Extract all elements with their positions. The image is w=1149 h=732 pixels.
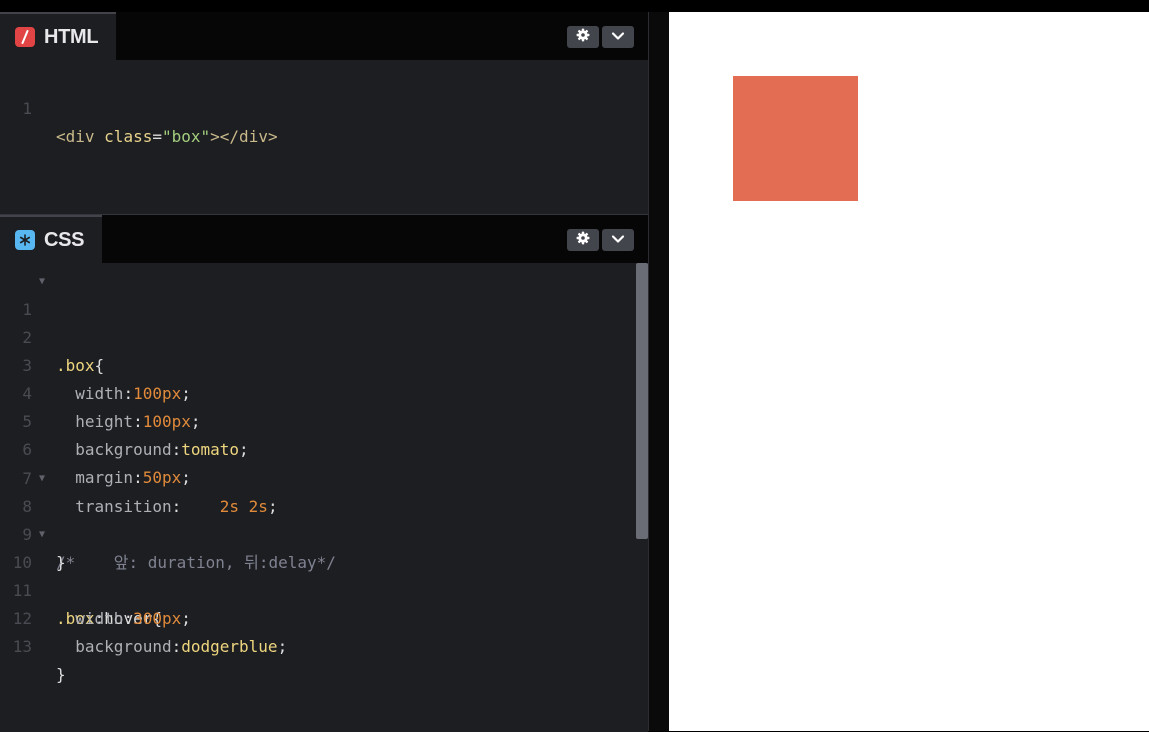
- tab-css-label: CSS: [44, 228, 85, 251]
- code-line: 2: [0, 296, 636, 347]
- css-code-area[interactable]: 1 ▼ .box{ 2 3 width:100px; 4 height:100p…: [0, 268, 636, 684]
- top-strip: [0, 0, 1149, 12]
- tab-css[interactable]: CSS: [0, 215, 103, 263]
- code-line: 6 margin:50px;: [0, 408, 636, 487]
- html-editor-pane: HTML 1 <div class="box"></div>: [0, 12, 648, 212]
- fold-arrow-icon[interactable]: ▼: [39, 465, 45, 493]
- line-content: <div class="box"></div>: [56, 123, 278, 151]
- css-settings-button[interactable]: [567, 229, 599, 251]
- code-line: 7 transition: 2s 2s;: [0, 437, 636, 516]
- chevron-down-icon: [611, 231, 625, 249]
- code-line: 10 ▼ .box:hover{: [0, 521, 636, 628]
- code-line: 1 <div class="box"></div>: [0, 67, 636, 146]
- code-line: 4 height:100px;: [0, 352, 636, 431]
- fold-arrow-icon[interactable]: ▼: [39, 521, 45, 549]
- code-line: 11 width:300px;: [0, 549, 636, 628]
- html-code-area[interactable]: 1 <div class="box"></div>: [0, 67, 636, 146]
- code-line: 3 width:100px;: [0, 324, 636, 403]
- fold-arrow-icon[interactable]: ▼: [39, 268, 45, 296]
- tab-html[interactable]: HTML: [0, 12, 117, 60]
- css-editor-pane: CSS 1 ▼ .box{2 3 width:100px; 4 height:…: [0, 214, 648, 732]
- html-collapse-button[interactable]: [602, 26, 634, 48]
- css-property: background: [75, 637, 172, 657]
- code-line: 8 ▼ /* 앞: duration, 뒤:delay*/: [0, 465, 636, 572]
- css-semicolon: ;: [277, 637, 288, 657]
- css-brace: }: [56, 665, 66, 685]
- chevron-down-icon: [611, 28, 625, 46]
- css-pane-header: CSS: [0, 215, 648, 263]
- gear-icon: [576, 28, 590, 47]
- line-content: }: [56, 661, 66, 689]
- html-eq: =: [152, 127, 162, 146]
- html-tag-close: ></div>: [210, 127, 278, 146]
- gear-icon: [576, 231, 590, 250]
- code-line: 13 }: [0, 605, 636, 684]
- code-line: 12 background:dodgerblue;: [0, 577, 636, 656]
- code-line: 1 ▼ .box{: [0, 268, 636, 375]
- html-string: "box": [161, 127, 211, 146]
- line-number: 1: [22, 99, 32, 118]
- tab-html-label: HTML: [44, 25, 99, 48]
- result-preview: [669, 12, 1149, 731]
- html-attr: class: [104, 127, 153, 146]
- asterisk-icon: [15, 230, 35, 250]
- editor-column: HTML 1 <div class="box"></div> CSS 1 ▼ .…: [0, 12, 648, 732]
- preview-box[interactable]: [733, 76, 858, 201]
- scrollbar-thumb[interactable]: [636, 263, 648, 539]
- line-number: 13: [12, 637, 32, 657]
- code-line: 5 background:tomato;: [0, 380, 636, 459]
- html-tag-open: <div: [56, 127, 105, 146]
- pane-resize-handle[interactable]: [648, 12, 669, 731]
- slash-icon: [15, 27, 35, 47]
- css-collapse-button[interactable]: [602, 229, 634, 251]
- css-value: dodgerblue: [181, 637, 278, 657]
- html-pane-header: HTML: [0, 12, 648, 60]
- line-content: background:dodgerblue;: [75, 637, 288, 657]
- code-line: 9 }: [0, 493, 636, 572]
- css-scrollbar[interactable]: [636, 263, 648, 732]
- html-settings-button[interactable]: [567, 26, 599, 48]
